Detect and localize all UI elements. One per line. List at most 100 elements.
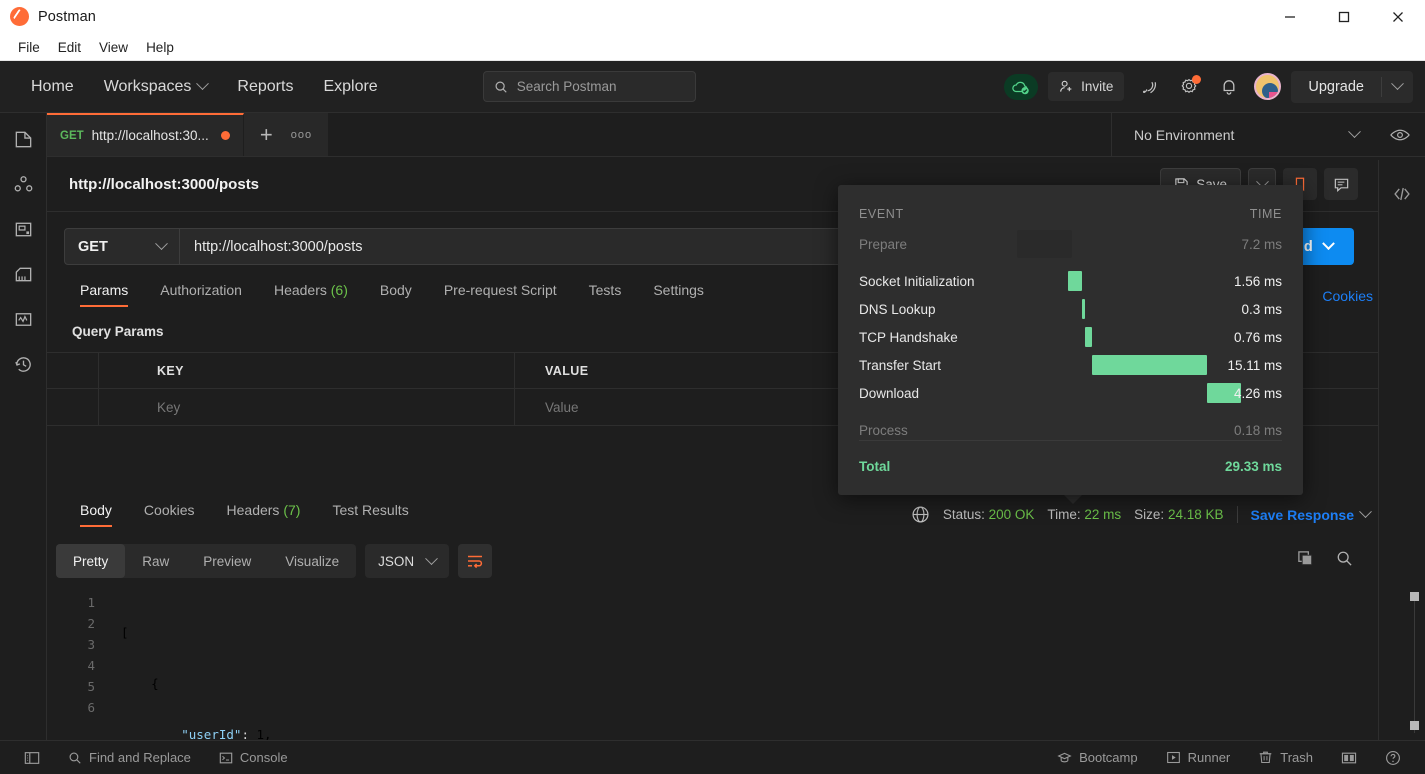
upgrade-button[interactable]: Upgrade <box>1291 71 1413 103</box>
method-select[interactable]: GET <box>64 228 180 265</box>
timing-row-prepare: Prepare 7.2 ms <box>859 229 1282 259</box>
tab-settings[interactable]: Settings <box>637 278 720 307</box>
globe-icon[interactable] <box>911 505 930 524</box>
upgrade-chevron-down-icon[interactable] <box>1382 82 1413 91</box>
search-icon[interactable] <box>1336 550 1353 567</box>
view-mode-pretty[interactable]: Pretty <box>56 544 125 578</box>
menu-view[interactable]: View <box>90 34 137 61</box>
copy-icon[interactable] <box>1297 550 1314 567</box>
tab-params-label: Params <box>80 282 128 298</box>
tab-pre-request-script[interactable]: Pre-request Script <box>428 278 573 307</box>
chevron-down-icon <box>197 77 210 90</box>
timing-event-label: Socket Initialization <box>859 274 1059 289</box>
response-tab-body[interactable]: Body <box>64 498 128 527</box>
view-mode-preview[interactable]: Preview <box>186 544 268 578</box>
comment-icon[interactable] <box>1324 168 1358 200</box>
key-input[interactable]: Key <box>99 389 515 425</box>
menu-help[interactable]: Help <box>137 34 183 61</box>
save-response-button[interactable]: Save Response <box>1251 507 1371 523</box>
apis-icon[interactable] <box>11 172 35 196</box>
nav-home[interactable]: Home <box>18 72 87 102</box>
environment-bar: No Environment <box>1111 113 1425 157</box>
format-select[interactable]: JSON <box>365 544 449 578</box>
tab-headers-count: (6) <box>331 282 348 298</box>
tab-headers[interactable]: Headers (6) <box>258 278 364 307</box>
tab-body[interactable]: Body <box>364 278 428 307</box>
eye-icon[interactable] <box>1375 128 1425 142</box>
nav-workspaces[interactable]: Workspaces <box>91 72 221 102</box>
runner-button[interactable]: Runner <box>1152 750 1245 765</box>
timing-event-label: TCP Handshake <box>859 330 1059 345</box>
collections-icon[interactable] <box>11 127 35 151</box>
layout-icon[interactable] <box>1327 751 1371 765</box>
notification-badge <box>1192 75 1201 84</box>
nav-reports[interactable]: Reports <box>224 72 306 102</box>
nav-reports-label: Reports <box>237 78 293 96</box>
editor-actions <box>1297 550 1353 567</box>
find-and-replace-button[interactable]: Find and Replace <box>54 750 205 765</box>
invite-button[interactable]: Invite <box>1048 72 1124 101</box>
line-number: 1 <box>47 592 107 613</box>
timing-rows: Prepare 7.2 ms Socket Initialization 1.5… <box>838 229 1303 480</box>
timing-event-label: DNS Lookup <box>859 302 1059 317</box>
bootcamp-button[interactable]: Bootcamp <box>1043 750 1152 765</box>
timing-value: 0.3 ms <box>1241 302 1282 317</box>
history-icon[interactable] <box>11 352 35 376</box>
menu-bar: File Edit View Help <box>0 34 1425 61</box>
response-tab-cookies[interactable]: Cookies <box>128 498 211 527</box>
minimize-icon[interactable] <box>1263 0 1317 34</box>
menu-edit[interactable]: Edit <box>49 34 90 61</box>
chevron-down-icon <box>155 237 168 250</box>
close-icon[interactable] <box>1371 0 1425 34</box>
console-button[interactable]: Console <box>205 750 302 765</box>
ellipsis-icon[interactable]: ooo <box>291 129 312 141</box>
view-mode-visualize[interactable]: Visualize <box>268 544 356 578</box>
maximize-icon[interactable] <box>1317 0 1371 34</box>
tab-authorization[interactable]: Authorization <box>144 278 258 307</box>
menu-file[interactable]: File <box>9 34 49 61</box>
nav-workspaces-label: Workspaces <box>104 78 192 96</box>
nav-explore[interactable]: Explore <box>310 72 390 102</box>
tab-params[interactable]: Params <box>64 278 144 307</box>
divider <box>1237 506 1238 523</box>
view-mode-raw[interactable]: Raw <box>125 544 186 578</box>
environments-icon[interactable] <box>11 217 35 241</box>
sidebar-toggle-icon[interactable] <box>10 750 54 766</box>
cookies-link[interactable]: Cookies <box>1322 288 1373 304</box>
left-sidebar-rail <box>0 113 47 774</box>
gear-icon[interactable] <box>1174 72 1204 102</box>
monitors-icon[interactable] <box>11 307 35 331</box>
response-tab-test-results[interactable]: Test Results <box>316 498 424 527</box>
chevron-down-icon <box>425 552 438 565</box>
response-body-code[interactable]: [ { "userId": 1, "id": 1, "title": "sunt… <box>121 588 1378 740</box>
avatar[interactable] <box>1254 73 1281 100</box>
cloud-sync-icon[interactable] <box>1004 74 1038 100</box>
scrollbar-marker[interactable] <box>1410 721 1419 730</box>
timing-value: 1.56 ms <box>1234 274 1282 289</box>
response-body-editor[interactable]: 1 2 3 4 5 6 [ { "userId": 1, "id": 1, "t… <box>47 588 1378 740</box>
request-tab[interactable]: GET http://localhost:30... <box>47 113 244 156</box>
search-icon <box>494 80 508 94</box>
editor-scrollbar[interactable] <box>1410 588 1419 736</box>
tab-tests[interactable]: Tests <box>573 278 638 307</box>
wrap-lines-icon[interactable] <box>458 544 492 578</box>
bell-icon[interactable] <box>1214 72 1244 102</box>
timing-value: 7.2 ms <box>1241 237 1282 252</box>
plus-icon[interactable]: + <box>260 124 273 146</box>
time-value[interactable]: 22 ms <box>1084 507 1121 522</box>
row-checkbox-cell[interactable] <box>47 389 99 425</box>
help-icon[interactable] <box>1371 750 1415 766</box>
mock-servers-icon[interactable] <box>11 262 35 286</box>
satellite-icon[interactable] <box>1134 72 1164 102</box>
request-tab-strip: GET http://localhost:30... + ooo <box>47 113 1111 157</box>
timing-row-socket-initialization: Socket Initialization 1.56 ms <box>859 267 1282 295</box>
scrollbar-thumb[interactable] <box>1410 592 1419 601</box>
timing-event-label: Process <box>859 423 1059 438</box>
environment-select[interactable]: No Environment <box>1112 127 1375 143</box>
code-snippet-icon[interactable] <box>1390 182 1414 206</box>
search-input[interactable]: Search Postman <box>483 71 696 102</box>
trash-button[interactable]: Trash <box>1244 750 1327 765</box>
timing-bar <box>1017 230 1072 258</box>
send-chevron-down-icon <box>1322 237 1335 250</box>
response-tab-headers[interactable]: Headers (7) <box>211 498 317 527</box>
